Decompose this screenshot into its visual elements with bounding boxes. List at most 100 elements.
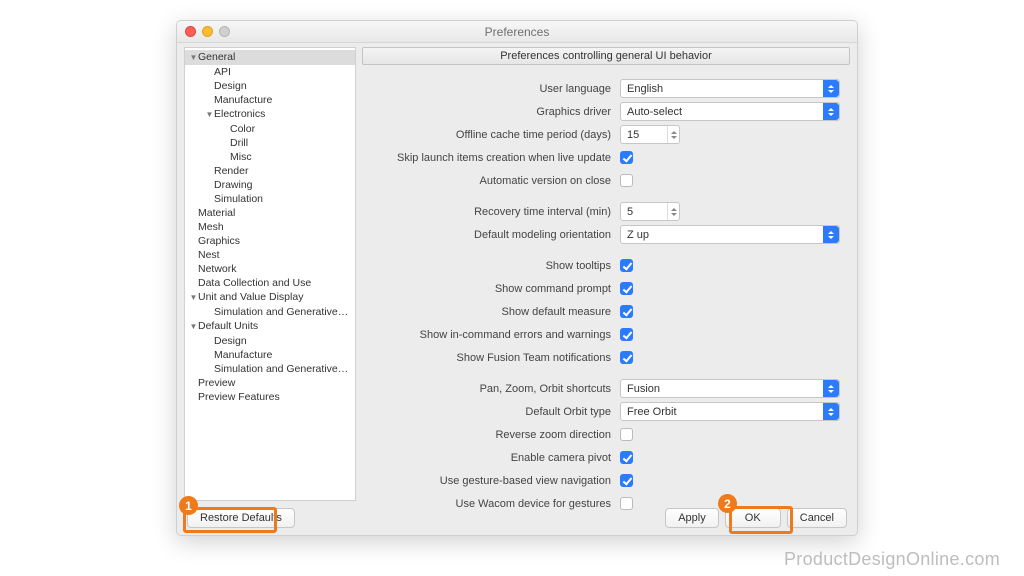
checkbox-auto-version[interactable] <box>620 174 633 187</box>
chevron-updown-icon <box>823 80 839 97</box>
window-body: ▼GeneralAPIDesignManufacture▼Electronics… <box>177 43 857 501</box>
label-default-orbit: Default Orbit type <box>372 406 620 418</box>
sidebar-item[interactable]: ▼Default Units <box>185 319 355 334</box>
sidebar-item-label: Network <box>198 263 237 275</box>
sidebar-item-label: Simulation and Generative Desi… <box>214 363 355 375</box>
close-icon[interactable] <box>185 26 196 37</box>
sidebar-item-label: Nest <box>198 249 220 261</box>
sidebar-item[interactable]: Manufacture <box>185 93 355 107</box>
stepper-icon <box>667 126 679 143</box>
select-value: English <box>627 83 663 95</box>
chevron-updown-icon <box>823 226 839 243</box>
sidebar-item-label: Preview <box>198 377 235 389</box>
spinner-value: 5 <box>627 206 633 218</box>
disclosure-icon: ▼ <box>205 108 214 122</box>
sidebar-item[interactable]: Misc <box>185 150 355 164</box>
sidebar-item[interactable]: Graphics <box>185 234 355 248</box>
sidebar-item-label: Data Collection and Use <box>198 277 311 289</box>
sidebar-item[interactable]: Nest <box>185 248 355 262</box>
sidebar-item[interactable]: Material <box>185 206 355 220</box>
minimize-icon[interactable] <box>202 26 213 37</box>
apply-button[interactable]: Apply <box>665 508 719 528</box>
window-controls <box>185 26 230 37</box>
label-gesture-nav: Use gesture-based view navigation <box>372 475 620 487</box>
sidebar-item[interactable]: Drawing <box>185 178 355 192</box>
annotation-callout-1: 1 <box>179 496 198 515</box>
label-auto-version: Automatic version on close <box>372 175 620 187</box>
checkbox-show-cmd-prompt[interactable] <box>620 282 633 295</box>
select-default-orientation[interactable]: Z up <box>620 225 840 244</box>
preferences-window: Preferences ▼GeneralAPIDesignManufacture… <box>176 20 858 536</box>
label-show-cmd-prompt: Show command prompt <box>372 283 620 295</box>
watermark: ProductDesignOnline.com <box>784 549 1000 570</box>
sidebar-item[interactable]: Render <box>185 164 355 178</box>
sidebar-item-label: Graphics <box>198 235 240 247</box>
label-show-incmd-errors: Show in-command errors and warnings <box>372 329 620 341</box>
checkbox-reverse-zoom[interactable] <box>620 428 633 441</box>
checkbox-skip-launch[interactable] <box>620 151 633 164</box>
label-pan-zoom-orbit: Pan, Zoom, Orbit shortcuts <box>372 383 620 395</box>
sidebar-item[interactable]: Drill <box>185 136 355 150</box>
sidebar-item-label: Electronics <box>214 108 265 120</box>
label-recovery-interval: Recovery time interval (min) <box>372 206 620 218</box>
sidebar-item-label: Design <box>214 80 247 92</box>
sidebar-item[interactable]: Design <box>185 79 355 93</box>
sidebar-item[interactable]: ▼General <box>185 50 355 65</box>
sidebar-item-label: Preview Features <box>198 391 280 403</box>
sidebar-item[interactable]: ▼Unit and Value Display <box>185 290 355 305</box>
chevron-updown-icon <box>823 403 839 420</box>
sidebar-item-label: Simulation and Generative Desi… <box>214 306 355 318</box>
select-default-orbit[interactable]: Free Orbit <box>620 402 840 421</box>
label-wacom-gestures: Use Wacom device for gestures <box>372 498 620 510</box>
sidebar-item[interactable]: Manufacture <box>185 348 355 362</box>
label-show-default-measure: Show default measure <box>372 306 620 318</box>
sidebar-item[interactable]: API <box>185 65 355 79</box>
sidebar-item[interactable]: Color <box>185 122 355 136</box>
sidebar-item[interactable]: Simulation <box>185 192 355 206</box>
main-panel: Preferences controlling general UI behav… <box>362 47 850 501</box>
select-value: Auto-select <box>627 106 682 118</box>
sidebar-item[interactable]: Design <box>185 334 355 348</box>
sidebar-item[interactable]: Network <box>185 262 355 276</box>
sidebar-item[interactable]: Mesh <box>185 220 355 234</box>
select-pan-zoom-orbit[interactable]: Fusion <box>620 379 840 398</box>
annotation-highlight-restore <box>183 507 277 533</box>
window-title: Preferences <box>485 25 550 39</box>
sidebar-item-label: Default Units <box>198 320 258 332</box>
checkbox-gesture-nav[interactable] <box>620 474 633 487</box>
checkbox-show-fusion-team[interactable] <box>620 351 633 364</box>
sidebar-item-label: Drill <box>230 137 248 149</box>
sidebar-item-label: Mesh <box>198 221 224 233</box>
select-graphics-driver[interactable]: Auto-select <box>620 102 840 121</box>
sidebar-item-label: Unit and Value Display <box>198 291 303 303</box>
checkbox-wacom-gestures[interactable] <box>620 497 633 510</box>
checkbox-show-incmd-errors[interactable] <box>620 328 633 341</box>
sidebar-item-label: Material <box>198 207 235 219</box>
sidebar-item[interactable]: Simulation and Generative Desi… <box>185 362 355 376</box>
sidebar-item[interactable]: Simulation and Generative Desi… <box>185 305 355 319</box>
label-default-orientation: Default modeling orientation <box>372 229 620 241</box>
label-user-language: User language <box>372 83 620 95</box>
select-user-language[interactable]: English <box>620 79 840 98</box>
sidebar-item-label: Design <box>214 335 247 347</box>
sidebar-item[interactable]: Data Collection and Use <box>185 276 355 290</box>
sidebar-item[interactable]: ▼Electronics <box>185 107 355 122</box>
spinner-offline-cache[interactable]: 15 <box>620 125 680 144</box>
sidebar-item-label: API <box>214 66 231 78</box>
section-header: Preferences controlling general UI behav… <box>362 47 850 65</box>
sidebar-item[interactable]: Preview Features <box>185 390 355 404</box>
spinner-recovery-interval[interactable]: 5 <box>620 202 680 221</box>
checkbox-enable-cam-pivot[interactable] <box>620 451 633 464</box>
select-value: Fusion <box>627 383 660 395</box>
sidebar[interactable]: ▼GeneralAPIDesignManufacture▼Electronics… <box>184 47 356 501</box>
sidebar-item[interactable]: Preview <box>185 376 355 390</box>
maximize-icon[interactable] <box>219 26 230 37</box>
sidebar-item-label: Color <box>230 123 255 135</box>
cancel-button[interactable]: Cancel <box>787 508 847 528</box>
label-enable-cam-pivot: Enable camera pivot <box>372 452 620 464</box>
sidebar-item-label: Render <box>214 165 248 177</box>
checkbox-show-default-measure[interactable] <box>620 305 633 318</box>
stepper-icon <box>667 203 679 220</box>
sidebar-item-label: Simulation <box>214 193 263 205</box>
checkbox-show-tooltips[interactable] <box>620 259 633 272</box>
